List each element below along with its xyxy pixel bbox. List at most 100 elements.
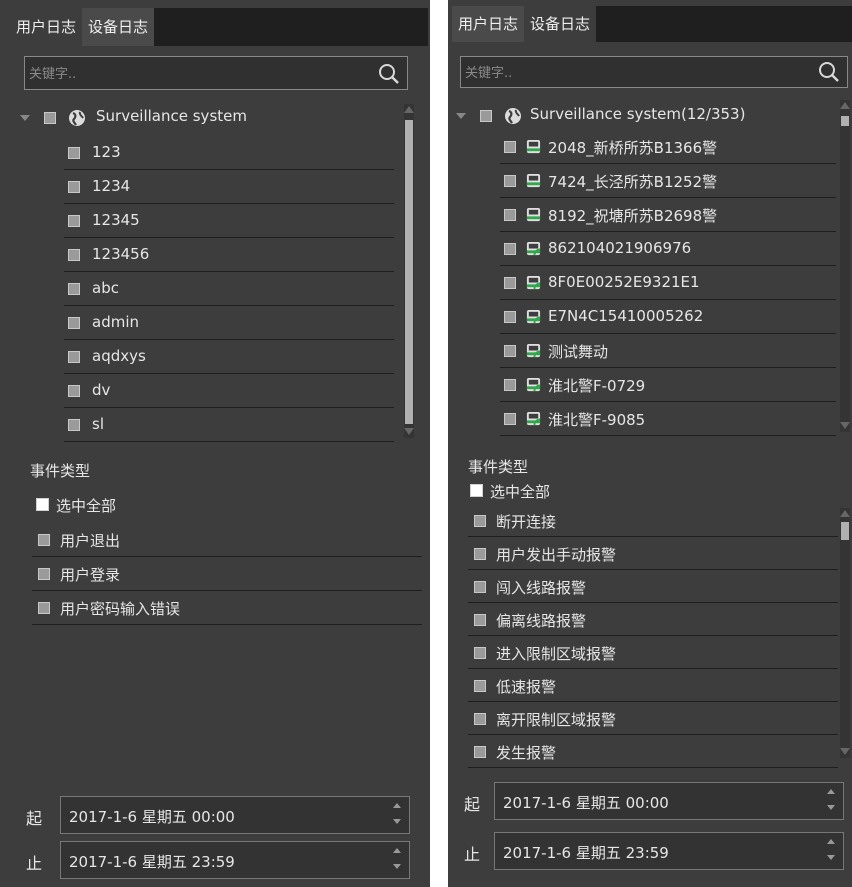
scroll-up-icon[interactable] (404, 106, 414, 113)
checkbox[interactable] (474, 614, 486, 626)
checkbox[interactable] (68, 351, 80, 363)
spin-down-icon[interactable] (393, 864, 401, 869)
user-tree-item[interactable]: 123 (64, 136, 394, 170)
event-type-item[interactable]: 用户退出 (32, 523, 422, 557)
user-tree-item[interactable]: dv (64, 374, 394, 408)
event-type-item[interactable]: 用户密码输入错误 (32, 591, 422, 625)
event-type-item[interactable]: 闯入线路报警 (468, 570, 838, 603)
checkbox[interactable] (474, 680, 486, 692)
event-scrollbar[interactable] (840, 508, 850, 758)
search-icon[interactable] (377, 62, 401, 86)
spin-up-icon[interactable] (827, 839, 835, 844)
device-tree-item[interactable]: 淮北警F-0729 (500, 368, 836, 402)
checkbox[interactable] (68, 181, 80, 193)
spin-up-icon[interactable] (393, 848, 401, 853)
checkbox[interactable] (38, 534, 50, 546)
tree-root[interactable]: Surveillance system (14, 101, 394, 135)
spin-down-icon[interactable] (827, 855, 835, 860)
spin-buttons[interactable] (827, 839, 837, 865)
tab-user-log[interactable]: 用户日志 (452, 6, 525, 42)
device-tree-item[interactable]: 8F0E00252E9321E1 (500, 266, 836, 300)
tab-user-log[interactable]: 用户日志 (10, 8, 83, 46)
select-all-checkbox[interactable]: 选中全部 (36, 495, 156, 515)
device-tree-item[interactable]: 8192_祝塘所苏B2698警 (500, 198, 836, 232)
checkbox[interactable] (474, 746, 486, 758)
event-type-item[interactable]: 用户发出手动报警 (468, 537, 838, 570)
event-type-item[interactable]: 用户登录 (32, 557, 422, 591)
checkbox[interactable] (504, 413, 516, 425)
checkbox[interactable] (474, 647, 486, 659)
checkbox[interactable] (480, 110, 492, 122)
checkbox[interactable] (44, 112, 56, 124)
device-tree-item[interactable]: 淮北警F-9085 (500, 402, 836, 436)
user-tree-item[interactable]: sl (64, 408, 394, 442)
event-type-item[interactable]: 进入限制区域报警 (468, 636, 838, 669)
search-input[interactable] (461, 57, 797, 89)
scroll-down-icon[interactable] (840, 422, 850, 429)
start-datetime-field[interactable]: 2017-1-6 星期五 00:00 (494, 782, 844, 820)
device-tree-item[interactable]: 测试舞动 (500, 334, 836, 368)
checkbox[interactable] (68, 249, 80, 261)
checkbox[interactable] (504, 175, 516, 187)
white-checkbox[interactable] (36, 498, 49, 511)
user-tree-item[interactable]: 1234 (64, 170, 394, 204)
checkbox[interactable] (68, 147, 80, 159)
scroll-thumb[interactable] (841, 116, 849, 126)
checkbox[interactable] (68, 385, 80, 397)
spin-up-icon[interactable] (827, 789, 835, 794)
checkbox[interactable] (68, 215, 80, 227)
expand-arrow-icon[interactable] (456, 113, 466, 119)
expand-arrow-icon[interactable] (20, 115, 30, 121)
user-tree-item[interactable]: 123456 (64, 238, 394, 272)
tab-device-log[interactable]: 设备日志 (524, 6, 597, 42)
checkbox[interactable] (504, 311, 516, 323)
checkbox[interactable] (68, 317, 80, 329)
spin-down-icon[interactable] (827, 805, 835, 810)
checkbox[interactable] (504, 277, 516, 289)
scroll-thumb[interactable] (405, 120, 413, 424)
checkbox[interactable] (68, 283, 80, 295)
event-type-item[interactable]: 断开连接 (468, 504, 838, 537)
event-type-item[interactable]: 偏离线路报警 (468, 603, 838, 636)
start-datetime-field[interactable]: 2017-1-6 星期五 00:00 (60, 796, 410, 834)
select-all-checkbox[interactable]: 选中全部 (470, 481, 590, 501)
checkbox[interactable] (504, 141, 516, 153)
tree-scrollbar[interactable] (404, 104, 414, 438)
device-tree-item[interactable]: 862104021906976 (500, 232, 836, 266)
user-tree-item[interactable]: 12345 (64, 204, 394, 238)
checkbox[interactable] (38, 602, 50, 614)
user-tree-item[interactable]: aqdxys (64, 340, 394, 374)
device-tree-item[interactable]: E7N4C15410005262 (500, 300, 836, 334)
checkbox[interactable] (504, 243, 516, 255)
scroll-down-icon[interactable] (840, 748, 850, 755)
white-checkbox[interactable] (470, 484, 483, 497)
spin-buttons[interactable] (827, 789, 837, 815)
event-type-item[interactable]: 低速报警 (468, 669, 838, 702)
tab-device-log[interactable]: 设备日志 (82, 8, 155, 46)
checkbox[interactable] (504, 379, 516, 391)
scroll-thumb[interactable] (841, 522, 849, 540)
event-type-item[interactable]: 离开限制区域报警 (468, 702, 838, 735)
spin-up-icon[interactable] (393, 803, 401, 808)
spin-down-icon[interactable] (393, 819, 401, 824)
user-tree-item[interactable]: admin (64, 306, 394, 340)
checkbox[interactable] (474, 515, 486, 527)
checkbox[interactable] (504, 345, 516, 357)
spin-buttons[interactable] (393, 803, 403, 829)
device-tree-item[interactable]: 2048_新桥所苏B1366警 (500, 130, 836, 164)
scroll-up-icon[interactable] (840, 102, 850, 109)
tree-root[interactable]: Surveillance system(12/353) (452, 99, 836, 133)
checkbox[interactable] (68, 419, 80, 431)
checkbox[interactable] (474, 713, 486, 725)
user-tree-item[interactable]: abc (64, 272, 394, 306)
end-datetime-field[interactable]: 2017-1-6 星期五 23:59 (494, 832, 844, 870)
scroll-up-icon[interactable] (840, 510, 850, 517)
device-tree-item[interactable]: 7424_长泾所苏B1252警 (500, 164, 836, 198)
search-icon[interactable] (817, 60, 841, 84)
end-datetime-field[interactable]: 2017-1-6 星期五 23:59 (60, 841, 410, 879)
checkbox[interactable] (474, 581, 486, 593)
checkbox[interactable] (38, 568, 50, 580)
event-type-item[interactable]: 发生报警 (468, 735, 838, 768)
scroll-down-icon[interactable] (404, 428, 414, 435)
spin-buttons[interactable] (393, 848, 403, 874)
